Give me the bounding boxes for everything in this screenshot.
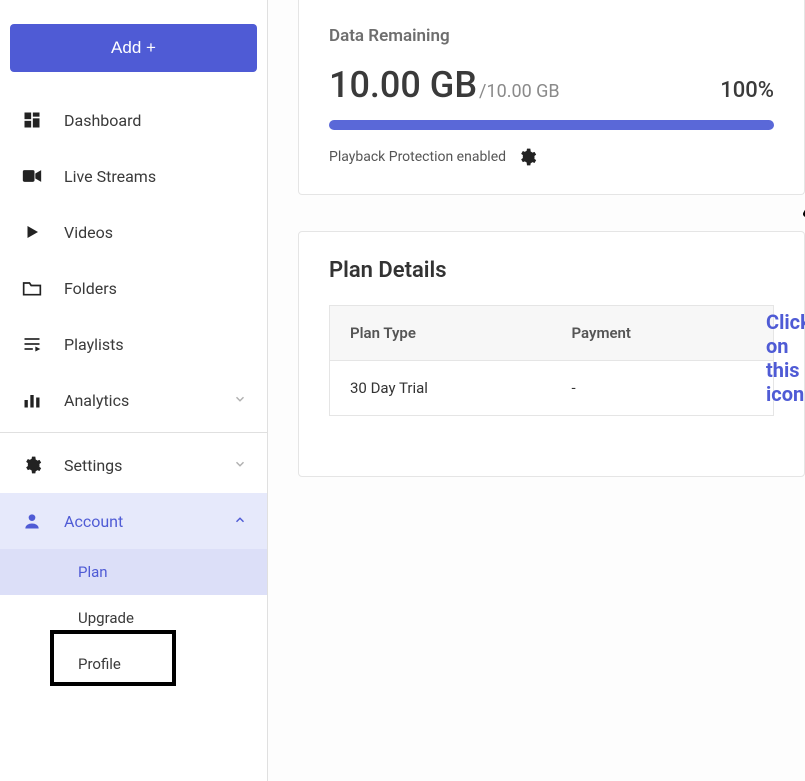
sidebar-item-videos[interactable]: Videos <box>0 204 267 260</box>
table-row: 30 Day Trial - <box>330 361 773 416</box>
data-percent-value: 100% <box>720 78 774 103</box>
sidebar-subitem-plan[interactable]: Plan <box>0 549 267 595</box>
gear-icon <box>517 147 537 167</box>
sidebar-subitem-profile[interactable]: Profile <box>0 641 267 687</box>
playlist-icon <box>20 332 44 356</box>
playback-label: Playback Protection enabled <box>329 149 506 165</box>
analytics-icon <box>20 388 44 412</box>
playback-settings-button[interactable] <box>516 146 538 168</box>
data-remaining-card: Data Remaining 10.00 GB/10.00 GB 100% Pl… <box>298 0 805 195</box>
sidebar-item-playlists[interactable]: Playlists <box>0 316 267 372</box>
data-remaining-title: Data Remaining <box>329 26 774 46</box>
sidebar-item-label: Account <box>64 512 123 531</box>
gear-icon <box>20 453 44 477</box>
data-total-value: /10.00 GB <box>479 81 560 102</box>
sidebar-item-label: Folders <box>64 279 117 298</box>
plan-details-title: Plan Details <box>329 258 774 283</box>
person-icon <box>20 509 44 533</box>
sidebar-item-account[interactable]: Account <box>0 493 267 549</box>
sidebar-item-settings[interactable]: Settings <box>0 437 267 493</box>
sidebar-item-livestreams[interactable]: Live Streams <box>0 148 267 204</box>
sidebar-item-folders[interactable]: Folders <box>0 260 267 316</box>
data-used-value: 10.00 GB <box>329 64 477 106</box>
dashboard-icon <box>20 108 44 132</box>
sidebar-subitem-upgrade[interactable]: Upgrade <box>0 595 267 641</box>
table-header-cell: Payment <box>552 306 774 360</box>
sidebar-item-label: Settings <box>64 456 122 475</box>
chevron-down-icon <box>233 456 247 475</box>
annotation-callout: Click on this icon <box>766 310 805 406</box>
data-remaining-row: 10.00 GB/10.00 GB 100% <box>329 64 774 106</box>
playback-row: Playback Protection enabled <box>329 146 774 168</box>
sidebar-item-label: Playlists <box>64 335 124 354</box>
table-cell: - <box>552 361 774 415</box>
divider <box>0 432 267 433</box>
sidebar-item-label: Analytics <box>64 391 129 410</box>
progress-bar <box>329 120 774 130</box>
chevron-up-icon <box>233 512 247 531</box>
sidebar-subitem-label: Upgrade <box>78 609 134 627</box>
table-header-row: Plan Type Payment <box>330 306 773 361</box>
add-button[interactable]: Add + <box>10 24 257 72</box>
sidebar-item-label: Dashboard <box>64 111 141 130</box>
camera-icon <box>20 164 44 188</box>
sidebar-item-label: Live Streams <box>64 167 156 186</box>
folder-icon <box>20 276 44 300</box>
sidebar-item-dashboard[interactable]: Dashboard <box>0 92 267 148</box>
sidebar-item-label: Videos <box>64 223 113 242</box>
chevron-down-icon <box>233 391 247 410</box>
play-icon <box>20 220 44 244</box>
plan-table: Plan Type Payment 30 Day Trial - <box>329 305 774 416</box>
main-content: Data Remaining 10.00 GB/10.00 GB 100% Pl… <box>268 0 805 781</box>
table-header-cell: Plan Type <box>330 306 552 360</box>
plan-details-card: Plan Details Plan Type Payment 30 Day Tr… <box>298 231 805 477</box>
sidebar: Add + Dashboard Live Streams Videos Fold… <box>0 0 268 781</box>
sidebar-subitem-label: Plan <box>78 563 108 581</box>
table-cell: 30 Day Trial <box>330 361 552 415</box>
sidebar-subitem-label: Profile <box>78 655 121 673</box>
sidebar-item-analytics[interactable]: Analytics <box>0 372 267 428</box>
